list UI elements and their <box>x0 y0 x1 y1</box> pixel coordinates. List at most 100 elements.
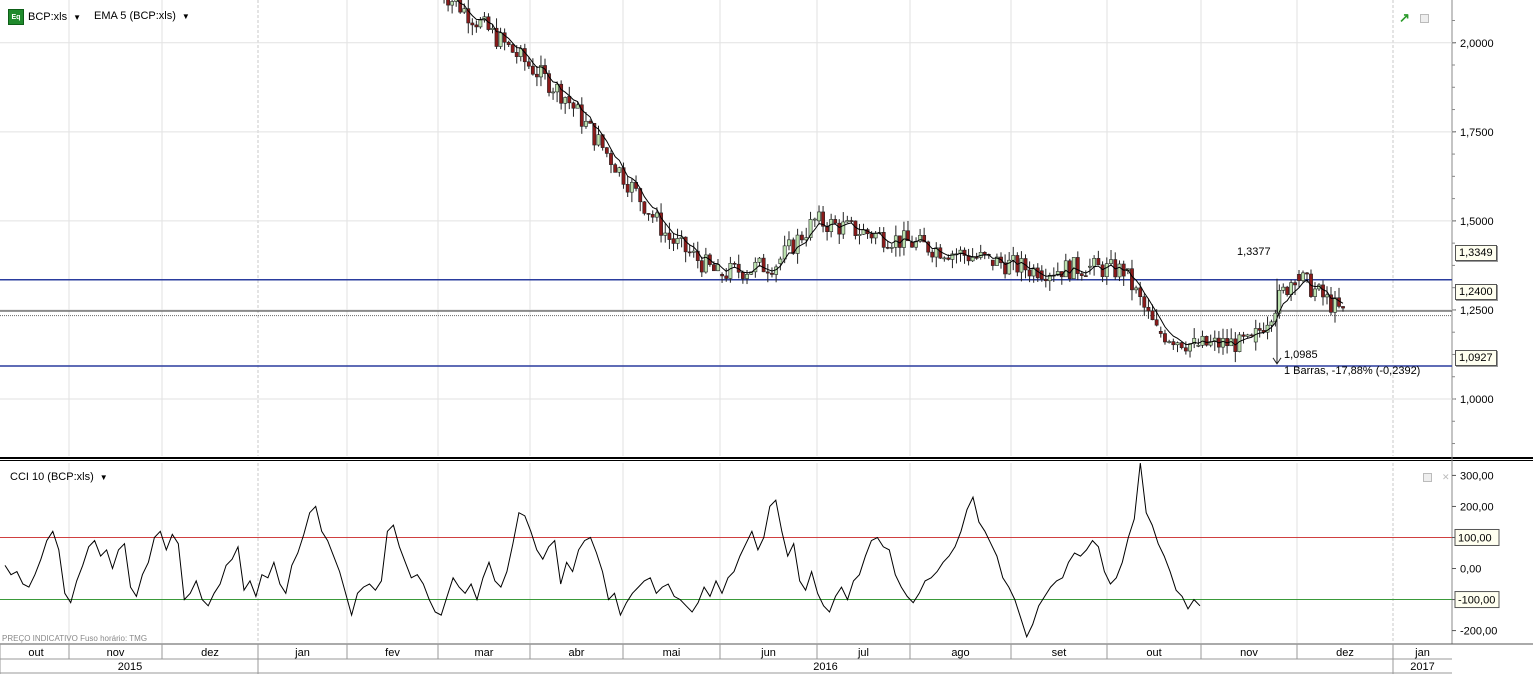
candle-body <box>761 257 766 273</box>
cci-level-label: -100,00 <box>1458 595 1495 607</box>
candle-body <box>974 257 979 259</box>
candle-body <box>1075 257 1080 274</box>
candle-body <box>732 263 737 265</box>
candle-body <box>699 260 704 273</box>
trend-icon[interactable]: ↗ <box>1399 10 1410 26</box>
candle-body <box>575 104 580 109</box>
maximize-icon[interactable] <box>1423 473 1432 482</box>
candle-body <box>646 213 651 215</box>
candle-body <box>617 167 622 173</box>
candle-body <box>498 32 503 47</box>
measure-start-value: 1,3377 <box>1237 246 1271 258</box>
candle-body <box>930 251 935 258</box>
price-tag-current: 1,2400 <box>1455 284 1497 300</box>
candle-body <box>800 234 804 241</box>
overlay-label: EMA 5 (BCP:xls) <box>94 10 176 22</box>
candle-body <box>510 44 515 53</box>
month-label: mai <box>663 647 681 659</box>
candle-body <box>946 257 951 260</box>
candle-body <box>1285 286 1290 295</box>
month-label: jan <box>1414 647 1430 659</box>
candle-body <box>1158 331 1163 334</box>
candle-body <box>687 251 692 254</box>
candle-body <box>474 24 479 28</box>
candle-body <box>667 232 672 240</box>
candle-body <box>535 73 539 78</box>
candle-body <box>869 233 874 239</box>
candle-body <box>1043 278 1048 282</box>
symbol-label: BCP:xls <box>28 11 68 23</box>
panel-divider <box>0 457 1533 459</box>
symbol-selector[interactable]: Eq BCP:xls ▼ <box>8 9 81 25</box>
candle-body <box>910 241 914 248</box>
candle-body <box>1088 265 1092 268</box>
candle-body <box>1146 306 1151 312</box>
month-label: out <box>28 647 43 659</box>
candle-body <box>446 0 450 6</box>
month-label: dez <box>201 647 219 659</box>
month-label: dez <box>1336 647 1354 659</box>
maximize-icon[interactable] <box>1419 13 1429 23</box>
candle-body <box>1221 338 1225 348</box>
candle-body <box>1341 306 1345 309</box>
candle-body <box>778 258 783 264</box>
candle-body <box>1237 334 1242 352</box>
candle-body <box>691 250 696 253</box>
chevron-down-icon[interactable]: ▼ <box>182 12 190 21</box>
overlay-selector[interactable]: EMA 5 (BCP:xls) ▼ <box>94 10 190 22</box>
candle-body <box>1167 341 1172 343</box>
candle-body <box>774 266 779 275</box>
candle-body <box>942 257 947 260</box>
candle-body <box>795 234 800 254</box>
equity-logo-icon: Eq <box>8 9 24 25</box>
candle-body <box>1134 287 1138 291</box>
month-label: nov <box>1240 647 1258 659</box>
price-tag-top: 1,3349 <box>1455 245 1497 261</box>
candle-body <box>938 247 943 259</box>
candle-body <box>712 264 716 272</box>
candle-body <box>1150 310 1155 321</box>
candle-body <box>596 134 601 146</box>
candle-body <box>1035 267 1040 279</box>
price-axis-label: 1,5000 <box>1460 216 1494 228</box>
close-icon[interactable]: ✕ <box>1442 472 1450 483</box>
candle-body <box>1325 294 1329 298</box>
month-label: jul <box>857 647 869 659</box>
candle-body <box>1083 275 1088 277</box>
year-label: 2015 <box>118 661 142 673</box>
indicator-label: CCI 10 (BCP:xls) <box>10 471 94 483</box>
ema-line <box>456 0 1344 346</box>
candle-body <box>1245 334 1250 337</box>
price-axis-label: 1,0000 <box>1460 394 1494 406</box>
cci-axis-label: 200,00 <box>1460 501 1494 513</box>
chevron-down-icon[interactable]: ▼ <box>73 13 81 22</box>
candle-body <box>1179 342 1184 349</box>
candle-body <box>1249 334 1254 337</box>
candle-body <box>1333 297 1337 313</box>
chevron-down-icon[interactable]: ▼ <box>100 473 108 482</box>
price-axis-label: 2,0000 <box>1460 38 1494 50</box>
candle-body <box>1142 296 1147 308</box>
candle-body <box>1117 263 1122 278</box>
candle-body <box>1067 260 1072 279</box>
cci-axis-label: 0,00 <box>1460 564 1481 576</box>
candle-body <box>728 263 733 279</box>
candle-body <box>671 238 676 244</box>
candle-body <box>1130 268 1134 291</box>
candle-body <box>450 1 455 6</box>
candle-body <box>514 52 519 57</box>
candle-body <box>841 221 846 235</box>
candle-body <box>817 211 821 222</box>
candle-body <box>745 273 749 279</box>
candle-body <box>724 275 729 279</box>
candle-body <box>1204 335 1209 346</box>
candle-body <box>1289 282 1294 295</box>
candle-body <box>650 214 655 218</box>
month-label: jun <box>760 647 776 659</box>
candle-body <box>462 8 467 13</box>
month-label: fev <box>385 647 400 659</box>
candle-body <box>506 41 511 45</box>
candle-body <box>1171 341 1176 346</box>
year-label: 2017 <box>1410 661 1434 673</box>
indicator-selector[interactable]: CCI 10 (BCP:xls) ▼ <box>10 471 108 483</box>
